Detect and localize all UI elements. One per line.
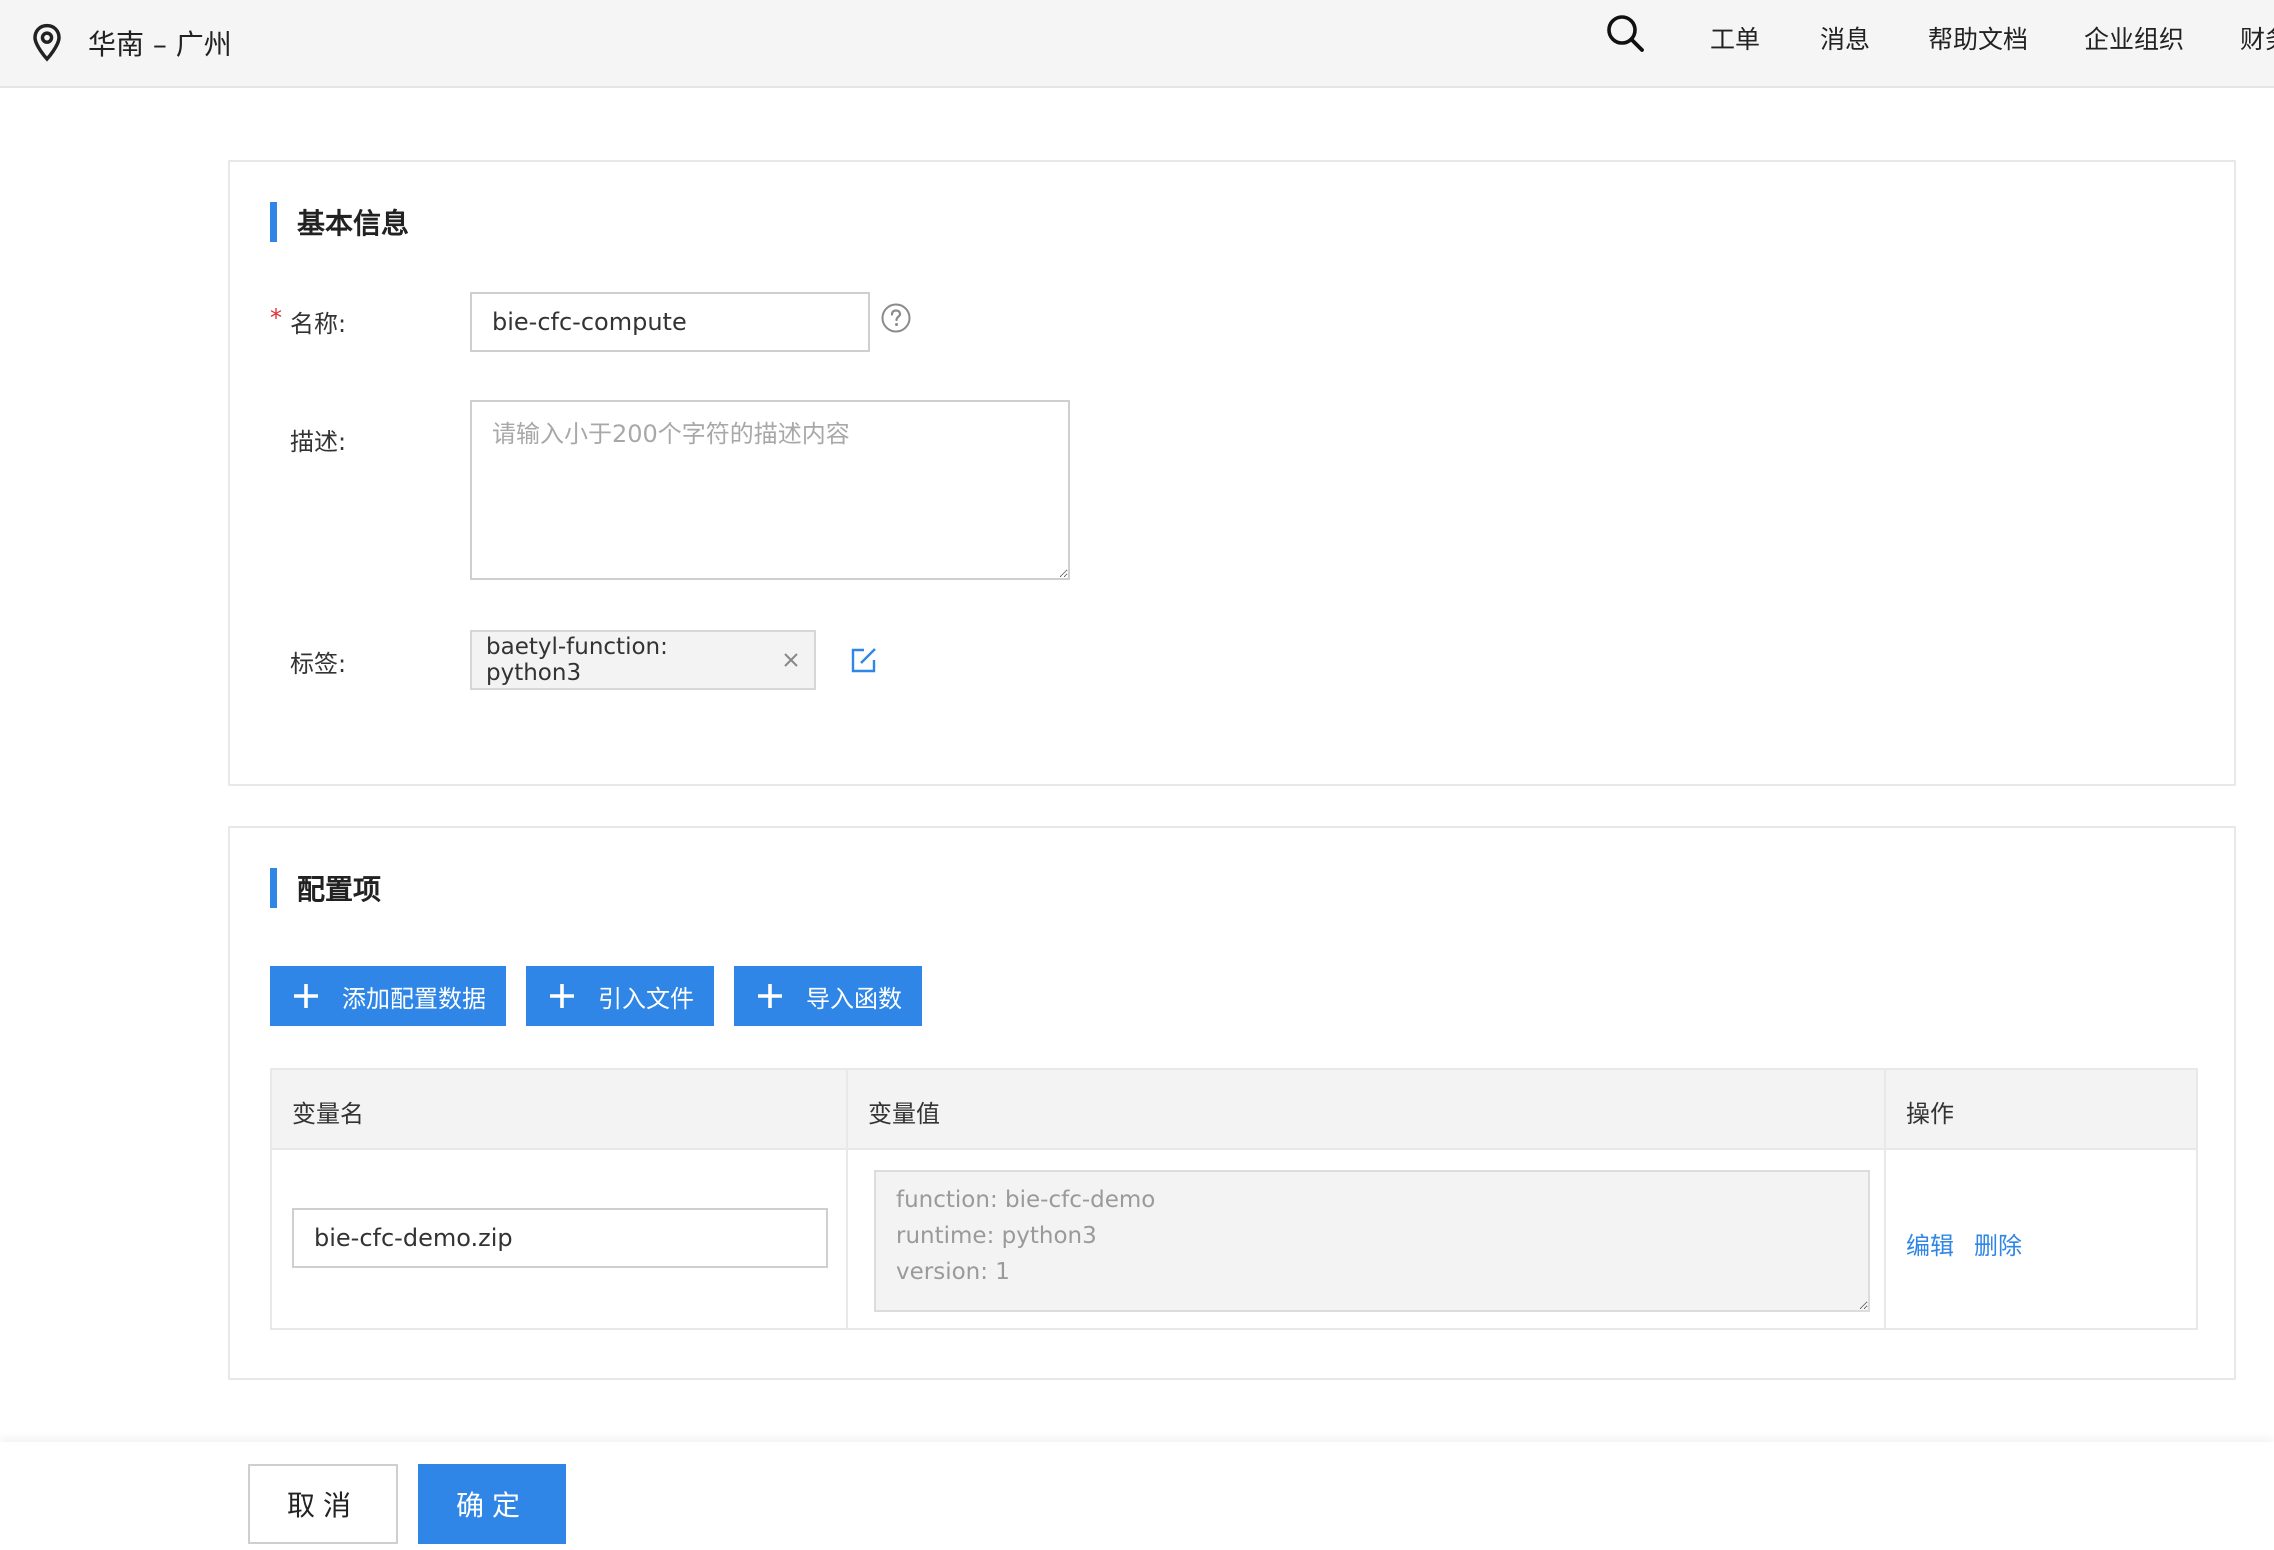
column-header-actions: 操作 — [1906, 1100, 1954, 1128]
tag-text: baetyl-function: python3 — [486, 634, 668, 686]
import-function-button[interactable]: 导入函数 — [734, 966, 922, 1026]
region-label: 华南 – 广州 — [88, 28, 232, 61]
top-bar: 华南 – 广州 工单 消息 帮助文档 企业组织 财务 — [0, 0, 2274, 88]
basic-info-panel: 基本信息 * 名称: 描述: 标签: baetyl-function: pyth… — [228, 160, 2236, 786]
required-asterisk: * — [270, 304, 282, 332]
button-label: 添加配置数据 — [342, 984, 486, 1013]
import-file-button[interactable]: 引入文件 — [526, 966, 714, 1026]
confirm-button[interactable]: 确定 — [418, 1464, 566, 1544]
close-icon[interactable] — [782, 651, 800, 669]
nav-finance[interactable]: 财务 — [2240, 20, 2274, 56]
help-icon[interactable] — [880, 302, 912, 334]
basic-info-title: 基本信息 — [297, 207, 410, 240]
cancel-button[interactable]: 取消 — [248, 1464, 398, 1544]
section-accent-bar — [270, 868, 277, 908]
name-label: 名称: — [290, 310, 347, 338]
config-panel: 配置项 添加配置数据 引入文件 导入函数 变量名 变量值 操作 f — [228, 826, 2236, 1380]
tag-chip: baetyl-function: python3 — [470, 630, 816, 690]
config-table: 变量名 变量值 操作 function: bie-cfc-demo runtim… — [270, 1068, 2198, 1330]
column-header-variable-value: 变量值 — [868, 1100, 940, 1128]
search-icon[interactable] — [1604, 12, 1646, 54]
nav-organization[interactable]: 企业组织 — [2084, 20, 2184, 56]
plus-icon — [294, 984, 318, 1008]
section-title: 基本信息 — [270, 202, 409, 242]
edit-icon[interactable] — [850, 646, 878, 674]
config-title: 配置项 — [297, 873, 382, 906]
variable-value-textarea[interactable]: function: bie-cfc-demo runtime: python3 … — [874, 1170, 1870, 1312]
location-pin-icon — [33, 23, 61, 62]
tags-label: 标签: — [290, 650, 347, 678]
table-header: 变量名 变量值 操作 — [272, 1070, 2196, 1150]
column-divider — [846, 1070, 848, 1328]
button-label: 引入文件 — [598, 984, 694, 1013]
description-label: 描述: — [290, 428, 347, 456]
nav-tickets[interactable]: 工单 — [1710, 20, 1760, 56]
plus-icon — [550, 984, 574, 1008]
button-label: 导入函数 — [806, 984, 902, 1013]
add-config-data-button[interactable]: 添加配置数据 — [270, 966, 506, 1026]
description-textarea[interactable] — [470, 400, 1070, 580]
column-divider — [1884, 1070, 1886, 1328]
name-input[interactable] — [470, 292, 870, 352]
column-header-variable-name: 变量名 — [292, 1100, 364, 1128]
section-accent-bar — [270, 202, 277, 242]
section-title: 配置项 — [270, 868, 381, 908]
footer-bar: 取消 确定 — [0, 1442, 2274, 1550]
nav-messages[interactable]: 消息 — [1820, 20, 1870, 56]
plus-icon — [758, 984, 782, 1008]
nav-help-docs[interactable]: 帮助文档 — [1928, 20, 2028, 56]
delete-link[interactable]: 删除 — [1974, 1226, 2022, 1261]
region-selector[interactable]: 华南 – 广州 — [30, 14, 232, 72]
variable-name-input[interactable] — [292, 1208, 828, 1268]
edit-link[interactable]: 编辑 — [1906, 1226, 1954, 1261]
